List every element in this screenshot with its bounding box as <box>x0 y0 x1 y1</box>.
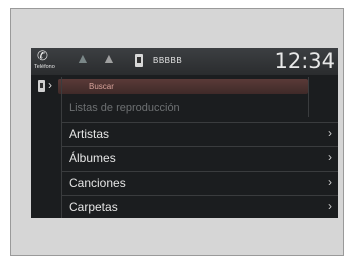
breadcrumb: › Buscar <box>31 77 338 96</box>
phone-device-icon <box>135 54 143 67</box>
menu-item-label: Listas de reproducción <box>69 102 180 114</box>
chevron-right-icon: › <box>328 199 332 213</box>
search-button[interactable]: Buscar <box>58 79 308 94</box>
chevron-right-icon: › <box>48 78 52 92</box>
chevron-right-icon: › <box>328 150 332 164</box>
menu-item-label: Carpetas <box>69 200 118 214</box>
phone-icon[interactable]: ✆ <box>37 49 48 62</box>
phone-device-icon <box>38 80 45 92</box>
person-icon: ▲ <box>102 50 116 66</box>
menu-item-songs[interactable]: Canciones › <box>61 172 338 196</box>
menu-item-albums[interactable]: Álbumes › <box>61 147 338 172</box>
menu-item-playlists: Listas de reproducción <box>61 98 338 123</box>
status-bar: ✆ Teléfono ▲ ▲ BBBBB 12:34 <box>31 48 338 75</box>
menu-item-label: Canciones <box>69 175 126 190</box>
menu-item-artists[interactable]: Artistas › <box>61 123 338 147</box>
chevron-right-icon: › <box>328 174 332 189</box>
clock: 12:34 <box>274 49 335 73</box>
chevron-right-icon: › <box>328 125 332 140</box>
menu-item-folders[interactable]: Carpetas › <box>61 196 338 218</box>
person-icon: ▲ <box>76 50 90 66</box>
menu-item-label: Artistas <box>69 126 110 141</box>
phone-label: Teléfono <box>34 64 55 70</box>
device-name: BBBBB <box>153 56 183 65</box>
infotainment-screen: ✆ Teléfono ▲ ▲ BBBBB 12:34 › Buscar List… <box>31 48 338 218</box>
search-label: Buscar <box>89 82 114 91</box>
menu-item-label: Álbumes <box>69 151 116 165</box>
menu-list: Listas de reproducción Artistas › Álbume… <box>61 98 338 218</box>
